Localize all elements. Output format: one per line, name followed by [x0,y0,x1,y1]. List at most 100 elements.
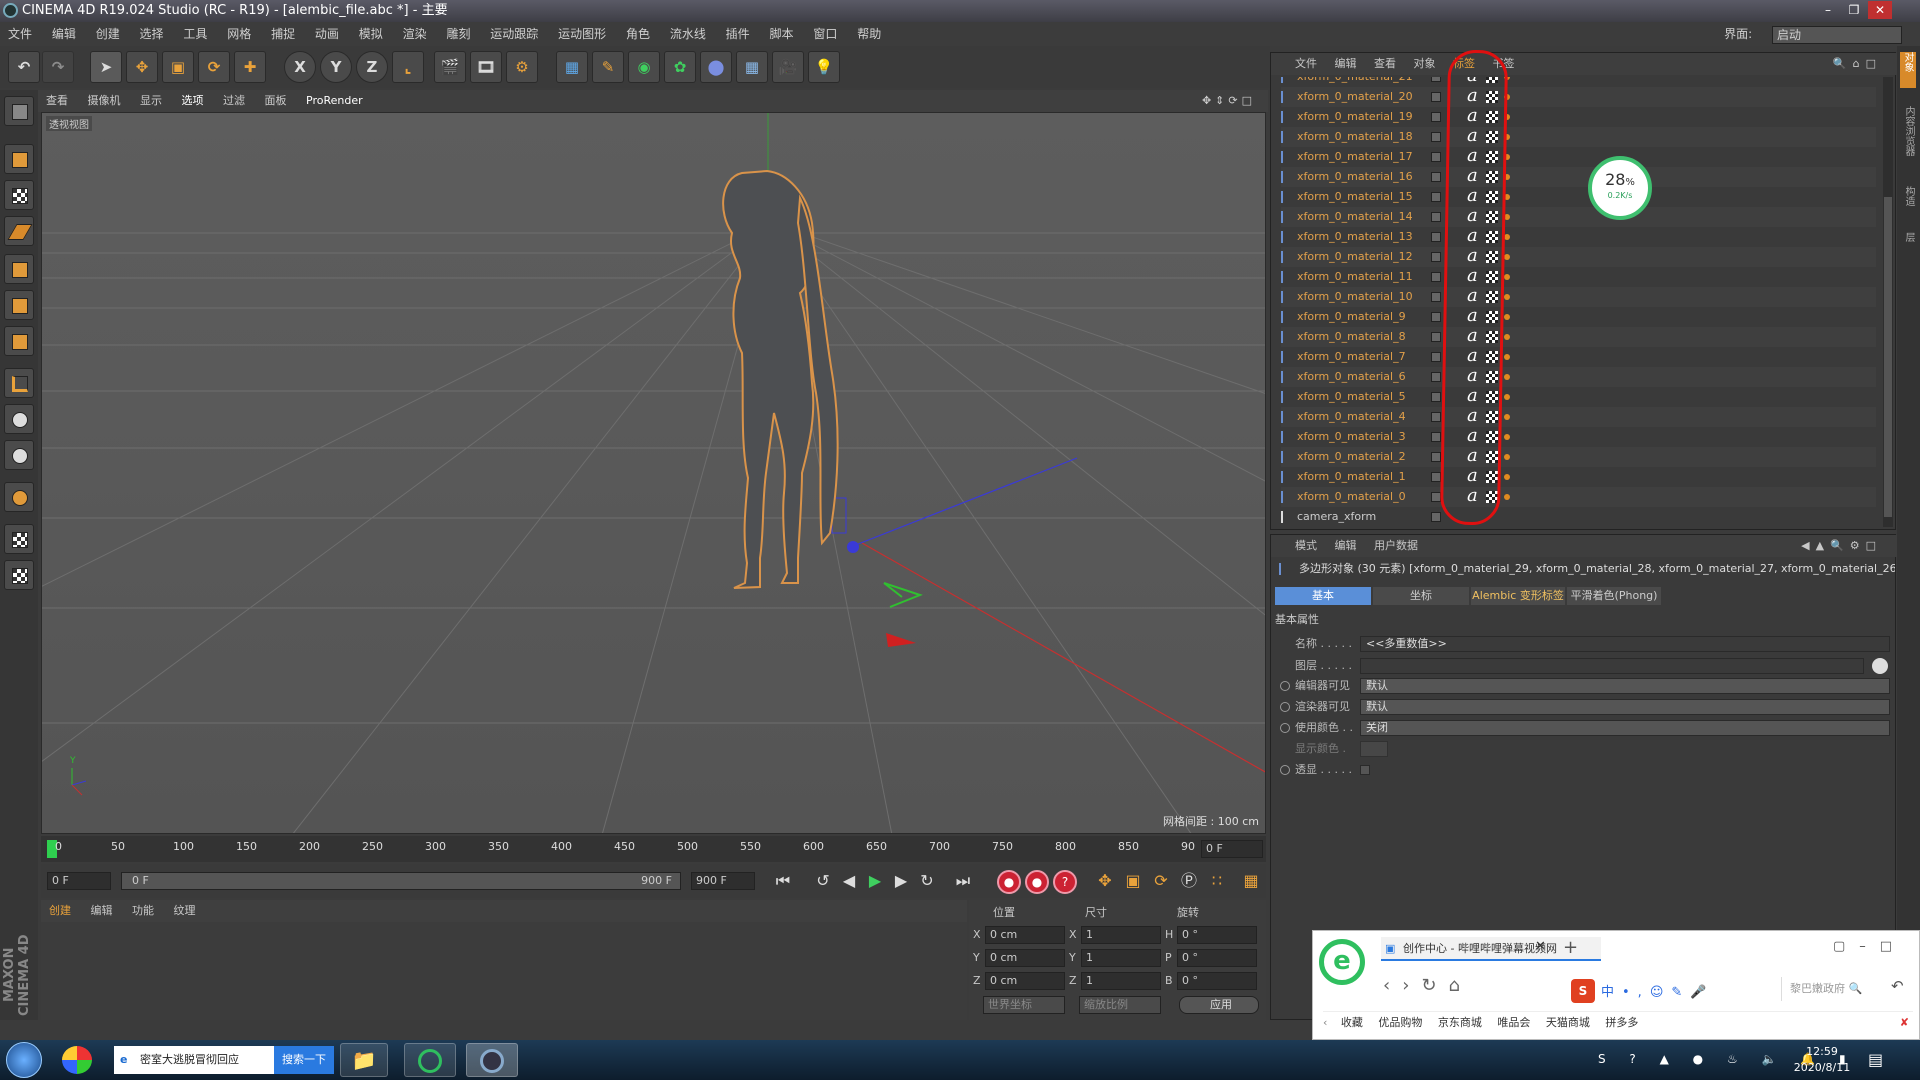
phong-tag-icon[interactable] [1504,294,1510,300]
attr-name-field[interactable]: <<多重数值>> [1360,636,1890,652]
select-arrow-icon[interactable]: ➤ [90,51,122,83]
obj-menu-objects[interactable]: 对象 [1414,57,1436,70]
menu-file[interactable]: 文件 [8,27,32,41]
phong-tag-icon[interactable] [1504,474,1510,480]
menu-animate[interactable]: 动画 [315,27,339,41]
menu-pipeline[interactable]: 流水线 [670,27,706,41]
key-position-icon[interactable]: ✥ [1093,870,1117,894]
y-axis-button[interactable]: Y [320,51,352,83]
object-row[interactable]: xform_0_material_6 a [1281,367,1876,387]
object-row[interactable]: xform_0_material_17 a [1281,147,1876,167]
menu-mograph[interactable]: 运动图形 [558,27,606,41]
rot-h-field[interactable]: 0 ° [1177,926,1257,944]
bookmark-favorites[interactable]: 收藏 [1341,1016,1363,1029]
world-coordinates-select[interactable]: 世界坐标 [983,996,1065,1014]
prev-frame-icon[interactable]: ◀ [837,870,861,894]
prev-key-icon[interactable]: ↺ [811,870,835,894]
maximize-button[interactable]: ❐ [1842,1,1866,19]
mat-menu-texture[interactable]: 纹理 [174,904,196,917]
taskbar-c4d[interactable] [466,1043,518,1077]
taskbar-browser[interactable] [404,1043,456,1077]
obj-menu-view[interactable]: 查看 [1374,57,1396,70]
scrollbar-thumb[interactable] [1884,197,1892,517]
pos-x-field[interactable]: 0 cm [985,926,1065,944]
phong-tag-icon[interactable] [1504,374,1510,380]
workplane-icon[interactable] [4,216,34,246]
bookmark-youpin[interactable]: 优品购物 [1378,1016,1422,1029]
network-speed-widget[interactable]: 28% 0.2K/s [1588,156,1652,220]
object-row[interactable]: xform_0_material_12 a [1281,247,1876,267]
tab-alembic-tag[interactable]: Alembic 变形标签 [1471,587,1565,605]
menu-script[interactable]: 脚本 [770,27,794,41]
lock-workplane-icon[interactable] [4,524,34,554]
object-row[interactable]: xform_0_material_2 a [1281,447,1876,467]
phong-tag-icon[interactable] [1504,494,1510,500]
minimize-button[interactable]: – [1816,1,1840,19]
object-row[interactable]: xform_0_material_15 a [1281,187,1876,207]
object-row[interactable]: xform_0_material_11 a [1281,267,1876,287]
menu-simulate[interactable]: 模拟 [359,27,383,41]
object-row[interactable]: xform_0_material_21a [1281,77,1876,87]
explorer-icon[interactable]: 📁 [340,1043,388,1077]
browser-window-controls[interactable]: ▢–□ [1833,939,1906,954]
bookmark-jd[interactable]: 京东商城 [1438,1016,1482,1029]
vp-menu-options[interactable]: 选项 [182,94,204,107]
object-row-camera[interactable]: camera_xform [1281,507,1876,527]
play-icon[interactable]: ▶ [863,870,887,894]
phong-tag-icon[interactable] [1504,434,1510,440]
attr-layer-field[interactable] [1360,658,1864,674]
keyframe-selection-icon[interactable]: ? [1053,870,1077,894]
ime-toolbar[interactable]: 中•,☺✎🎤 [1601,981,1714,1000]
key-pla-icon[interactable]: ∷ [1205,870,1229,894]
object-row[interactable]: xform_0_material_0 a [1281,487,1876,507]
render-picture-viewer-icon[interactable]: 🎞 [470,51,502,83]
bookmarks-prev-icon[interactable]: ‹ [1323,1016,1327,1029]
phong-tag-icon[interactable] [1504,274,1510,280]
interface-select[interactable]: 启动 [1772,25,1902,44]
end-frame-field[interactable]: 900 F [691,872,755,890]
object-list-scrollbar[interactable] [1883,77,1893,527]
action-center-icon[interactable]: ▤ [1868,1050,1883,1069]
menu-tools[interactable]: 工具 [183,27,207,41]
make-editable-icon[interactable] [4,96,34,126]
close-tab-icon[interactable]: ✕ [1535,939,1546,954]
mat-menu-function[interactable]: 功能 [132,904,154,917]
size-z-field[interactable]: 1 [1081,972,1161,990]
object-row[interactable]: xform_0_material_7 a [1281,347,1876,367]
layer-picker-icon[interactable] [1872,658,1888,674]
cloner-icon[interactable]: ✿ [664,51,696,83]
phong-tag-icon[interactable] [1504,454,1510,460]
menu-window[interactable]: 窗口 [813,27,837,41]
key-parameter-icon[interactable]: Ⓟ [1177,870,1201,894]
viewport-nav-icons[interactable]: ✥⇕⟳□ [1202,90,1256,112]
object-row[interactable]: xform_0_material_20 a [1281,87,1876,107]
start-button[interactable] [6,1042,42,1078]
menu-select[interactable]: 选择 [140,27,164,41]
browser-nav-icons[interactable]: ‹›↻⌂ [1383,975,1472,996]
scale-icon[interactable]: ▣ [162,51,194,83]
menu-create[interactable]: 创建 [96,27,120,41]
scale-mode-select[interactable]: 缩放比例 [1079,996,1161,1014]
model-mode-icon[interactable] [4,144,34,174]
render-view-icon[interactable]: 🎬 [434,51,466,83]
solo-icon[interactable] [4,440,34,470]
deformer-icon[interactable]: ⬤ [700,51,732,83]
apply-button[interactable]: 应用 [1179,996,1259,1014]
perspective-viewport[interactable]: Y 透视视图 网格间距 : 100 cm [41,112,1266,834]
redo-icon[interactable]: ↷ [42,51,74,83]
points-mode-icon[interactable] [4,254,34,284]
mat-menu-edit[interactable]: 编辑 [91,904,113,917]
pos-z-field[interactable]: 0 cm [985,972,1065,990]
bookmark-vip[interactable]: 唯品会 [1497,1016,1530,1029]
vp-menu-panel[interactable]: 面板 [265,94,287,107]
vp-menu-view[interactable]: 查看 [46,94,68,107]
taskbar-search-button[interactable]: 搜索一下 [274,1046,334,1074]
add-icon[interactable]: ✚ [234,51,266,83]
object-row[interactable]: xform_0_material_13 a [1281,227,1876,247]
object-row[interactable]: xform_0_material_8 a [1281,327,1876,347]
menu-sculpt[interactable]: 雕刻 [446,27,470,41]
edges-mode-icon[interactable] [4,290,34,320]
phong-tag-icon[interactable] [1504,314,1510,320]
object-row[interactable]: xform_0_material_16 a [1281,167,1876,187]
size-x-field[interactable]: 1 [1081,926,1161,944]
